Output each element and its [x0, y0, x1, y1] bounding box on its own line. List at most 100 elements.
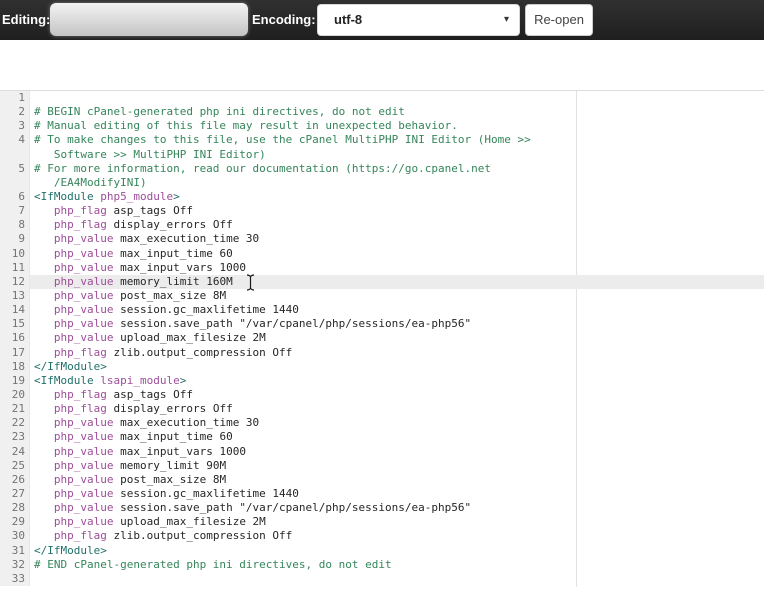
code-line[interactable]: </IfModule> — [30, 544, 764, 558]
encoding-select[interactable]: utf-8 ▾ — [317, 4, 520, 36]
code-row[interactable]: 10 php_value max_input_time 60 — [0, 247, 764, 261]
code-line[interactable]: php_value session.gc_maxlifetime 1440 — [30, 303, 764, 317]
code-row[interactable]: 4# To make changes to this file, use the… — [0, 133, 764, 147]
code-token: memory_limit 160M — [113, 275, 232, 288]
code-token: php_value — [54, 331, 114, 344]
code-row[interactable]: 2# BEGIN cPanel-generated php ini direct… — [0, 105, 764, 119]
code-line[interactable]: php_value max_execution_time 30 — [30, 416, 764, 430]
code-row[interactable]: 3# Manual editing of this file may resul… — [0, 119, 764, 133]
code-row[interactable]: 19<IfModule lsapi_module> — [0, 374, 764, 388]
code-line[interactable]: php_value session.save_path "/var/cpanel… — [30, 501, 764, 515]
code-line[interactable]: php_value memory_limit 90M — [30, 459, 764, 473]
code-line[interactable]: php_flag zlib.output_compression Off — [30, 346, 764, 360]
code-row[interactable]: 11 php_value max_input_vars 1000 — [0, 261, 764, 275]
code-row[interactable]: 9 php_value max_execution_time 30 — [0, 232, 764, 246]
editing-label: Editing: — [2, 0, 50, 40]
code-row[interactable]: 1 — [0, 91, 764, 105]
code-row[interactable]: 6<IfModule php5_module> — [0, 190, 764, 204]
code-row[interactable]: 33 — [0, 572, 764, 586]
code-row[interactable]: 5# For more information, read our docume… — [0, 162, 764, 176]
code-row[interactable]: 21 php_flag display_errors Off — [0, 402, 764, 416]
code-row[interactable]: 28 php_value session.save_path "/var/cpa… — [0, 501, 764, 515]
code-token — [34, 261, 54, 274]
code-row[interactable]: 8 php_flag display_errors Off — [0, 218, 764, 232]
code-token — [34, 402, 54, 415]
code-line[interactable]: php_flag display_errors Off — [30, 402, 764, 416]
code-token — [34, 529, 54, 542]
code-row[interactable]: 20 php_flag asp_tags Off — [0, 388, 764, 402]
code-line[interactable]: php_flag asp_tags Off — [30, 204, 764, 218]
code-line[interactable]: # To make changes to this file, use the … — [30, 133, 764, 147]
line-number: 27 — [0, 487, 30, 501]
line-number: 14 — [0, 303, 30, 317]
code-token — [34, 204, 54, 217]
code-line[interactable]: /EA4ModifyINI) — [30, 176, 764, 190]
code-token: asp_tags Off — [107, 204, 193, 217]
code-token: php_value — [54, 459, 114, 472]
chevron-down-icon: ▾ — [504, 5, 509, 35]
code-row[interactable]: 17 php_flag zlib.output_compression Off — [0, 346, 764, 360]
code-token — [34, 218, 54, 231]
code-line[interactable]: # BEGIN cPanel-generated php ini directi… — [30, 105, 764, 119]
code-line[interactable]: php_value max_input_time 60 — [30, 430, 764, 444]
code-line[interactable]: php_value max_execution_time 30 — [30, 232, 764, 246]
code-token: php_value — [54, 289, 114, 302]
code-line[interactable]: php_value session.gc_maxlifetime 1440 — [30, 487, 764, 501]
code-row[interactable]: 15 php_value session.save_path "/var/cpa… — [0, 317, 764, 331]
code-row[interactable]: 13 php_value post_max_size 8M — [0, 289, 764, 303]
line-number — [0, 148, 30, 162]
code-token: php_value — [54, 487, 114, 500]
code-line[interactable]: # Manual editing of this file may result… — [30, 119, 764, 133]
line-number: 12 — [0, 275, 30, 289]
code-line[interactable]: php_value upload_max_filesize 2M — [30, 331, 764, 345]
code-line[interactable]: php_value upload_max_filesize 2M — [30, 515, 764, 529]
code-row[interactable]: 12 php_value memory_limit 160M — [0, 275, 764, 289]
code-editor[interactable]: 12# BEGIN cPanel-generated php ini direc… — [0, 90, 764, 595]
code-line[interactable]: php_value post_max_size 8M — [30, 289, 764, 303]
code-line[interactable]: php_value session.save_path "/var/cpanel… — [30, 317, 764, 331]
code-line[interactable]: # For more information, read our documen… — [30, 162, 764, 176]
code-row[interactable]: 7 php_flag asp_tags Off — [0, 204, 764, 218]
code-line[interactable]: php_flag display_errors Off — [30, 218, 764, 232]
code-row[interactable]: Software >> MultiPHP INI Editor) — [0, 148, 764, 162]
code-row[interactable]: 30 php_flag zlib.output_compression Off — [0, 529, 764, 543]
code-line[interactable]: php_value max_input_vars 1000 — [30, 445, 764, 459]
reopen-button[interactable]: Re-open — [525, 4, 593, 36]
code-line[interactable]: Software >> MultiPHP INI Editor) — [30, 148, 764, 162]
line-number: 7 — [0, 204, 30, 218]
code-line[interactable]: php_flag asp_tags Off — [30, 388, 764, 402]
code-row[interactable]: 22 php_value max_execution_time 30 — [0, 416, 764, 430]
code-line[interactable]: <IfModule php5_module> — [30, 190, 764, 204]
code-line[interactable]: php_value max_input_time 60 — [30, 247, 764, 261]
code-line[interactable]: # END cPanel-generated php ini directive… — [30, 558, 764, 572]
code-line[interactable]: php_value max_input_vars 1000 — [30, 261, 764, 275]
code-token — [34, 416, 54, 429]
line-number: 5 — [0, 162, 30, 176]
code-line[interactable]: <IfModule lsapi_module> — [30, 374, 764, 388]
code-line[interactable]: php_flag zlib.output_compression Off — [30, 529, 764, 543]
code-line[interactable]: </IfModule> — [30, 360, 764, 374]
line-number: 29 — [0, 515, 30, 529]
code-row[interactable]: 32# END cPanel-generated php ini directi… — [0, 558, 764, 572]
top-bar: Editing: Encoding: utf-8 ▾ Re-open — [0, 0, 764, 40]
code-row[interactable]: 24 php_value max_input_vars 1000 — [0, 445, 764, 459]
code-row[interactable]: 29 php_value upload_max_filesize 2M — [0, 515, 764, 529]
code-line[interactable]: php_value memory_limit 160M — [30, 275, 764, 289]
code-row[interactable]: 18</IfModule> — [0, 360, 764, 374]
code-row[interactable]: 23 php_value max_input_time 60 — [0, 430, 764, 444]
code-token: php_value — [54, 275, 114, 288]
code-line[interactable] — [30, 572, 764, 586]
code-row[interactable]: /EA4ModifyINI) — [0, 176, 764, 190]
code-token: php_flag — [54, 529, 107, 542]
code-row[interactable]: 14 php_value session.gc_maxlifetime 1440 — [0, 303, 764, 317]
code-line[interactable]: php_value post_max_size 8M — [30, 473, 764, 487]
code-row[interactable]: 16 php_value upload_max_filesize 2M — [0, 331, 764, 345]
code-row[interactable]: 25 php_value memory_limit 90M — [0, 459, 764, 473]
code-row[interactable]: 31</IfModule> — [0, 544, 764, 558]
code-row[interactable]: 27 php_value session.gc_maxlifetime 1440 — [0, 487, 764, 501]
line-number: 19 — [0, 374, 30, 388]
code-token: </IfModule> — [34, 544, 107, 557]
code-row[interactable]: 26 php_value post_max_size 8M — [0, 473, 764, 487]
line-number: 16 — [0, 331, 30, 345]
code-line[interactable] — [30, 91, 764, 105]
